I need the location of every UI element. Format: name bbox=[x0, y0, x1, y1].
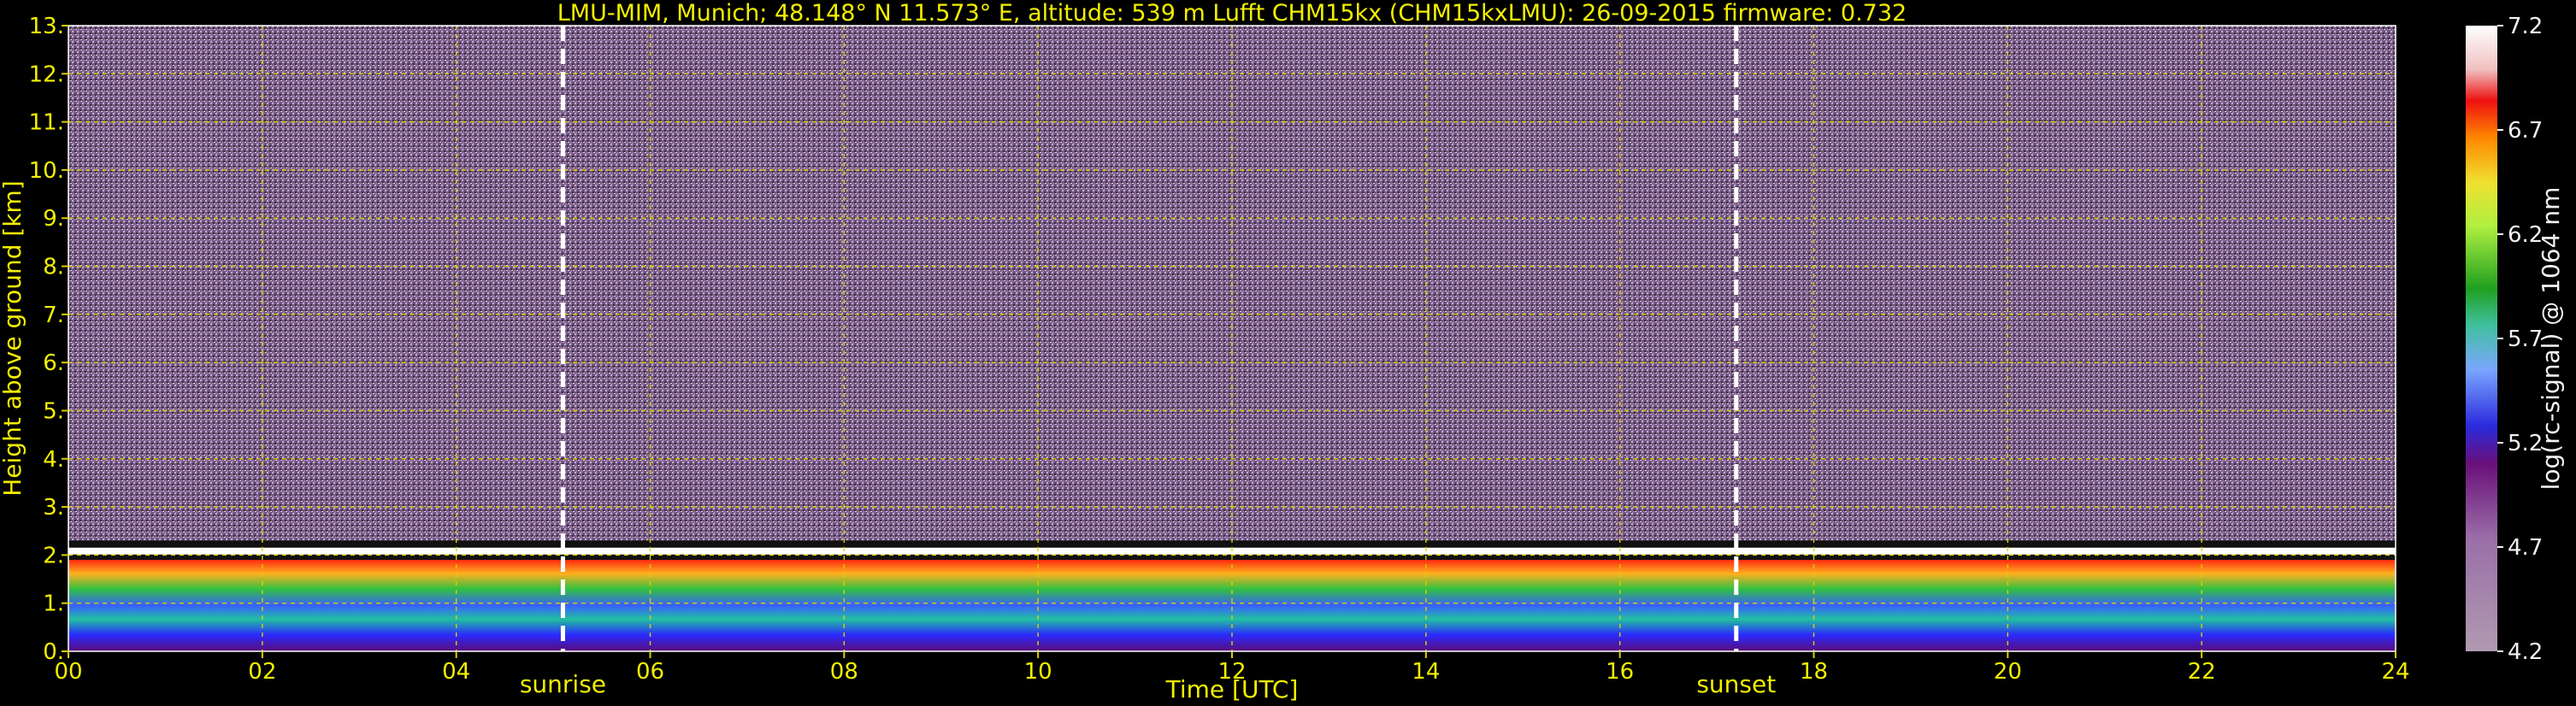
sunrise-label: sunrise bbox=[520, 670, 606, 698]
y-tick-label: 9. bbox=[43, 206, 64, 232]
x-tick-label: 04 bbox=[442, 659, 470, 685]
colorbar: 7.26.76.25.75.24.74.2 log(rc-signal) @ 1… bbox=[2466, 14, 2565, 665]
y-tick-label: 0. bbox=[43, 639, 64, 665]
x-axis-label: Time [UTC] bbox=[1165, 675, 1299, 703]
chart-title: LMU-MIM, Munich; 48.148° N 11.573° E, al… bbox=[557, 0, 1907, 26]
y-tick-label: 8. bbox=[43, 255, 64, 280]
x-tick-label: 02 bbox=[248, 659, 276, 685]
x-tick-label: 10 bbox=[1024, 659, 1052, 685]
y-tick-label: 5. bbox=[43, 398, 64, 424]
y-tick-label: 4. bbox=[43, 447, 64, 473]
colorbar-scale bbox=[2466, 26, 2497, 651]
y-tick-label: 7. bbox=[43, 303, 64, 328]
x-tick-label: 14 bbox=[1412, 659, 1440, 685]
colorbar-tick-label: 6.7 bbox=[2508, 118, 2543, 144]
x-tick-label: 18 bbox=[1800, 659, 1828, 685]
y-tick-label: 12. bbox=[29, 62, 64, 87]
x-tick-label: 06 bbox=[636, 659, 664, 685]
y-tick-label: 10. bbox=[29, 158, 64, 184]
y-tick-label: 1. bbox=[43, 591, 64, 617]
y-tick-label: 11. bbox=[29, 110, 64, 136]
y-axis-ticks: 0. 1. 2. 3. 4. 5. 6. 7. 8. 9. 10. 11. 12. 13. bbox=[29, 14, 68, 665]
colorbar-tick-label: 4.7 bbox=[2508, 535, 2543, 561]
x-tick-label: 16 bbox=[1606, 659, 1634, 685]
colorbar-label: log(rc-signal) @ 1064 nm bbox=[2537, 187, 2565, 491]
y-tick-label: 13. bbox=[29, 14, 64, 39]
x-tick-label: 22 bbox=[2188, 659, 2216, 685]
colorbar-tick-label: 7.2 bbox=[2508, 14, 2543, 39]
sunset-label: sunset bbox=[1696, 670, 1776, 698]
y-tick-label: 6. bbox=[43, 350, 64, 376]
colorbar-tick-label: 4.2 bbox=[2508, 639, 2543, 665]
x-tick-label: 20 bbox=[1994, 659, 2022, 685]
y-tick-label: 3. bbox=[43, 495, 64, 521]
x-tick-label: 24 bbox=[2381, 659, 2409, 685]
x-tick-label: 08 bbox=[830, 659, 858, 685]
y-axis-label: Height above ground [km] bbox=[0, 180, 27, 497]
y-tick-label: 2. bbox=[43, 543, 64, 568]
lidar-chart: LMU-MIM, Munich; 48.148° N 11.573° E, al… bbox=[0, 0, 2565, 703]
